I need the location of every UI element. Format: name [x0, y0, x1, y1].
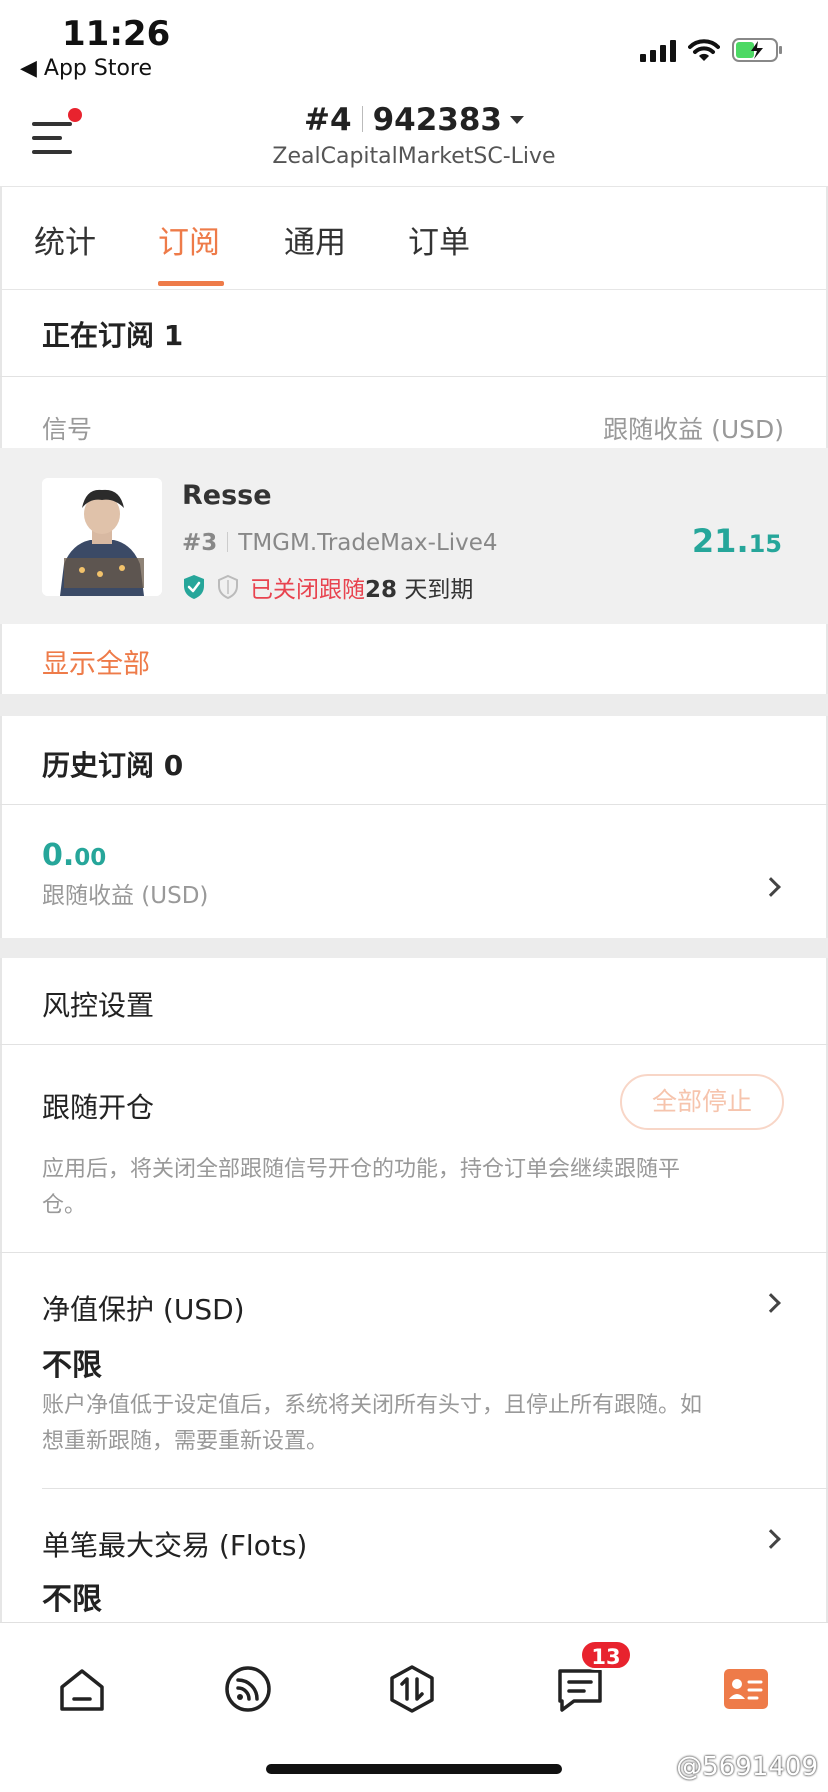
message-icon[interactable] [554, 1663, 606, 1715]
tab-general[interactable]: 通用 [284, 217, 346, 262]
show-all-link[interactable]: 显示全部 [42, 642, 150, 681]
days-suffix: 天到期 [397, 577, 474, 603]
column-signal-label: 信号 [42, 415, 93, 444]
max-trade-title: 单笔最大交易 (Flots) [42, 1529, 308, 1562]
tab-orders[interactable]: 订单 [408, 217, 470, 262]
signal-meta: #3 TMGM.TradeMax-Live4 [182, 530, 498, 556]
shield-outline-icon [218, 574, 238, 600]
equity-protect-title: 净值保护 (USD) [42, 1293, 245, 1326]
history-profit: 0.00 [42, 838, 106, 873]
stop-all-button[interactable]: 全部停止 [620, 1074, 784, 1130]
caret-down-icon [509, 116, 524, 124]
divider [0, 376, 828, 377]
current-subscriptions-title: 正在订阅 1 [42, 319, 184, 352]
watermark: @5691409 [676, 1752, 818, 1782]
signal-profit: 21.15 [692, 522, 782, 560]
battery-charging-icon [732, 38, 782, 62]
equity-desc-line2: 想重新跟随，需要重新设置。 [42, 1429, 329, 1454]
follow-open-description: 应用后，将关闭全部跟随信号开仓的功能，持仓订单会继续跟随平 仓。 [42, 1152, 782, 1224]
equity-protect-value: 不限 [42, 1348, 102, 1383]
history-profit-decimal: 00 [74, 845, 107, 871]
profit-decimal: 15 [748, 530, 782, 558]
verified-shield-icon [184, 575, 204, 599]
account-number: 942383 [372, 102, 502, 138]
follow-open-title: 跟随开仓 [42, 1091, 155, 1124]
wifi-icon [688, 39, 720, 61]
tab-subscriptions[interactable]: 订阅 [158, 217, 220, 262]
section-gap [0, 694, 828, 716]
message-badge: 13 [580, 1640, 632, 1670]
signal-server: TMGM.TradeMax-Live4 [238, 530, 498, 556]
follow-closed-status: 已关闭跟随 [250, 577, 365, 603]
profile-card-icon[interactable] [720, 1663, 772, 1715]
home-icon[interactable] [56, 1663, 108, 1715]
section-gap [0, 938, 828, 958]
column-profit-label: 跟随收益 (USD) [603, 415, 784, 444]
signal-avatar[interactable] [42, 478, 162, 596]
server-name: ZealCapitalMarketSC-Live [272, 144, 556, 169]
active-tab-indicator [158, 281, 224, 286]
days-remaining: 28 [365, 577, 398, 603]
risk-title: 风控设置 [42, 989, 155, 1022]
home-indicator[interactable] [266, 1764, 562, 1774]
equity-desc-line1: 账户净值低于设定值后，系统将关闭所有头寸，且停止所有跟随。如 [42, 1393, 703, 1418]
back-to-app-store-link[interactable]: ◀ App Store [20, 56, 152, 81]
tab-bar: 统计 订阅 通用 订单 [0, 186, 828, 290]
signal-icon [640, 40, 676, 62]
follow-open-desc-line2: 仓。 [42, 1193, 87, 1218]
status-time: 11:26 [62, 14, 171, 54]
status-icons [640, 38, 784, 62]
divider [0, 1044, 828, 1045]
avatar-image [42, 478, 162, 596]
signal-rank: #3 [182, 530, 218, 556]
equity-protect-description: 账户净值低于设定值后，系统将关闭所有头寸，且停止所有跟随。如 想重新跟随，需要重… [42, 1388, 792, 1460]
tab-statistics[interactable]: 统计 [34, 217, 96, 262]
divider [227, 532, 229, 552]
signal-feed-icon[interactable] [222, 1663, 274, 1715]
account-prefix: #4 [304, 102, 352, 138]
account-selector[interactable]: #4 942383 [0, 102, 828, 138]
signal-status: 已关闭跟随28 天到期 [182, 570, 473, 604]
trade-icon[interactable] [386, 1663, 438, 1715]
history-profit-row[interactable] [0, 805, 828, 937]
max-trade-value: 不限 [42, 1582, 102, 1617]
history-title: 历史订阅 0 [42, 749, 184, 782]
app-screen: 11:26 ◀ App Store #4 942383 ZealCapitalMa… [0, 0, 828, 1792]
follow-open-desc-line1: 应用后，将关闭全部跟随信号开仓的功能，持仓订单会继续跟随平 [42, 1157, 681, 1182]
signal-name: Resse [182, 480, 272, 511]
divider [361, 106, 363, 132]
history-profit-label: 跟随收益 (USD) [42, 883, 209, 909]
history-profit-integer: 0. [42, 838, 75, 873]
profit-integer: 21. [691, 522, 749, 560]
